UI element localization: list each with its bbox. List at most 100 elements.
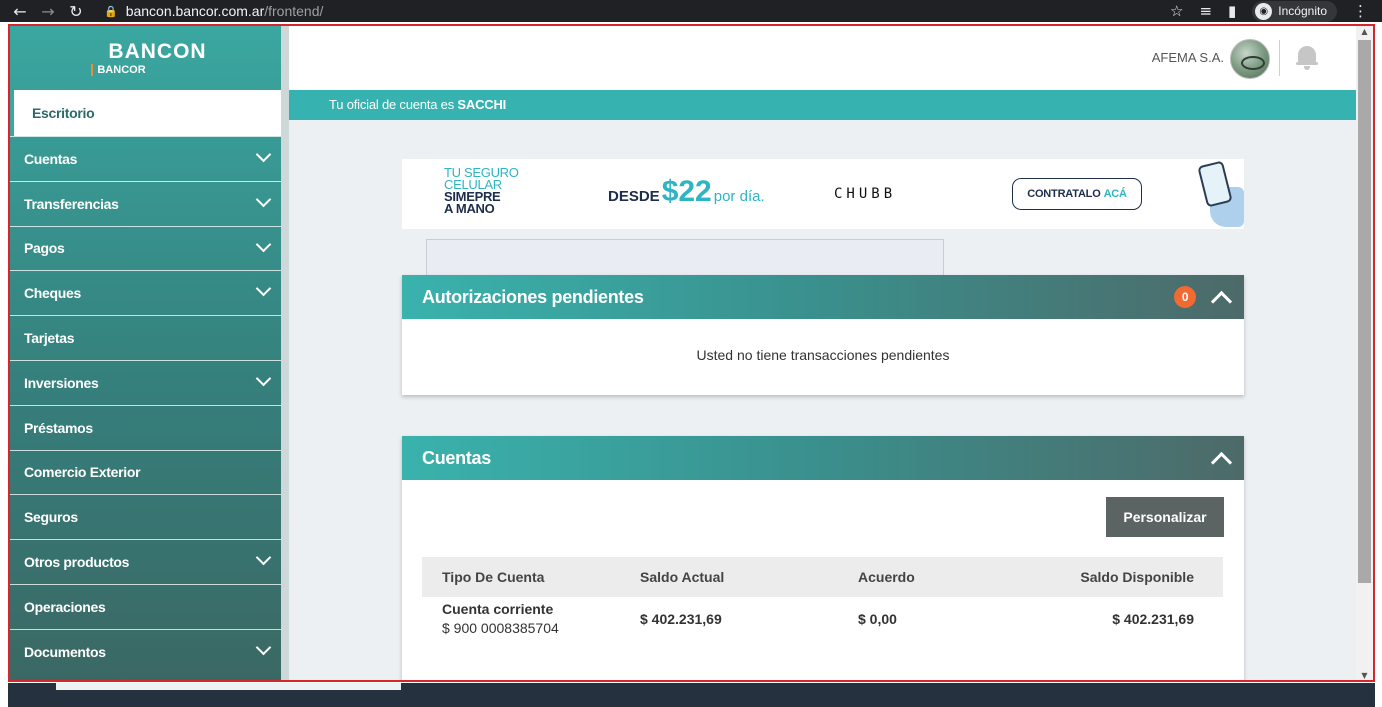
chevron-down-icon[interactable] <box>255 194 271 210</box>
star-icon[interactable]: ☆ <box>1170 2 1183 20</box>
back-icon[interactable]: ← <box>6 2 34 21</box>
more-icon[interactable]: ⋮ <box>1353 2 1368 20</box>
top-header: AFEMA S.A. <box>289 26 1358 90</box>
company-name[interactable]: AFEMA S.A. <box>1152 50 1224 65</box>
chevron-down-icon[interactable] <box>255 552 271 568</box>
banner-amount: $22 <box>661 175 712 208</box>
sidebar-item-label: Pagos <box>24 240 65 257</box>
sidebar-item-seguros[interactable]: Seguros <box>10 494 281 539</box>
avatar[interactable] <box>1230 39 1270 79</box>
sidebar-item-label: Cuentas <box>24 150 78 167</box>
sidebar-item-cheques[interactable]: Cheques <box>10 270 281 315</box>
phone-icon <box>1197 160 1233 208</box>
banner-line4: A MANO <box>444 201 495 216</box>
chevron-down-icon[interactable] <box>255 149 271 165</box>
agreement-amount: $ 0,00 <box>858 611 897 627</box>
chubb-logo: CHUBB <box>834 186 897 202</box>
scroll-down-arrow-icon[interactable]: ▼ <box>1356 670 1373 680</box>
url-host: bancon.bancor.com.ar <box>125 3 265 19</box>
customize-button[interactable]: Personalizar <box>1106 497 1224 537</box>
column-header: Saldo Disponible <box>1080 569 1194 585</box>
incognito-label: Incógnito <box>1278 4 1327 18</box>
brand-logo[interactable]: BANCON BANCOR <box>10 26 281 90</box>
officer-name: SACCHI <box>457 97 507 112</box>
insurance-banner[interactable]: TU SEGURO CELULAR SIMEPRE A MANO DESDE $… <box>402 159 1244 229</box>
sidebar-item-label: Otros productos <box>24 554 130 571</box>
sidebar-item-transferencias[interactable]: Transferencias <box>10 180 281 226</box>
sidebar-item-label: Escritorio <box>32 105 95 121</box>
chevron-up-icon[interactable] <box>1210 450 1232 466</box>
accounts-table-header: Tipo De Cuenta Saldo Actual Acuerdo Sald… <box>422 557 1223 597</box>
forward-icon[interactable]: → <box>34 2 62 21</box>
brand-name: BANCON <box>108 40 207 63</box>
account-type[interactable]: Cuenta corriente <box>442 601 640 617</box>
tab-search-icon[interactable]: ≡ <box>1199 2 1212 20</box>
column-header: Tipo De Cuenta <box>442 569 545 585</box>
address-bar[interactable]: 🔒 bancon.bancor.com.ar/frontend/ <box>104 3 323 19</box>
chevron-up-icon[interactable] <box>1210 289 1232 305</box>
reload-icon[interactable]: ↻ <box>62 2 90 21</box>
authorizations-panel: Autorizaciones pendientes 0 Usted no tie… <box>402 275 1244 395</box>
contratalo-button[interactable]: CONTRATALO ACÁ <box>1012 178 1142 210</box>
sidebar-item-prestamos[interactable]: Préstamos <box>10 404 281 450</box>
banner-desde: DESDE <box>608 188 660 205</box>
column-header: Saldo Actual <box>640 569 725 585</box>
sidebar-item-cuentas[interactable]: Cuentas <box>10 136 281 181</box>
current-balance: $ 402.231,69 <box>640 611 722 627</box>
scroll-up-arrow-icon[interactable]: ▲ <box>1356 26 1373 38</box>
sidebar-item-tarjetas[interactable]: Tarjetas <box>10 315 281 360</box>
authorizations-title: Autorizaciones pendientes <box>422 287 644 307</box>
accounts-header[interactable]: Cuentas <box>402 436 1244 480</box>
incognito-badge[interactable]: ◉ Incógnito <box>1252 0 1337 22</box>
chevron-down-icon[interactable] <box>255 283 271 299</box>
accounts-panel: Cuentas Personalizar Tipo De Cuenta Sald… <box>402 436 1244 680</box>
sidebar-item-label: Operaciones <box>24 598 106 615</box>
lock-icon[interactable]: 🔒 <box>104 5 118 18</box>
sidebar-edge <box>281 26 289 680</box>
banner-tagline: TU SEGURO CELULAR SIMEPRE A MANO <box>444 166 519 216</box>
taskbar-strip <box>8 683 1375 707</box>
bell-icon[interactable] <box>1296 44 1318 70</box>
sidebar-item-label: Cheques <box>24 285 82 302</box>
sidebar-item-documentos[interactable]: Documentos <box>10 628 281 674</box>
authorizations-header[interactable]: Autorizaciones pendientes 0 <box>402 275 1244 319</box>
cta-main: CONTRATALO <box>1027 188 1101 200</box>
pending-count-badge: 0 <box>1174 286 1196 308</box>
sidebar-icon[interactable]: ▮ <box>1228 2 1236 20</box>
chevron-down-icon[interactable] <box>255 642 271 658</box>
sidebar-item-label: Comercio Exterior <box>24 464 141 481</box>
sidebar-item-inversiones[interactable]: Inversiones <box>10 359 281 405</box>
page-viewport: BANCON BANCOR Escritorio Cuentas Transfe… <box>8 24 1375 682</box>
banner-per: por día. <box>713 188 765 205</box>
vertical-scrollbar[interactable]: ▲ ▼ <box>1356 26 1373 680</box>
account-number: $ 900 0008385704 <box>442 620 559 636</box>
nav-buttons: ← → ↻ <box>6 2 90 21</box>
scroll-thumb[interactable] <box>1358 40 1371 583</box>
sidebar-item-otros-productos[interactable]: Otros productos <box>10 539 281 584</box>
sidebar-item-comercio-exterior[interactable]: Comercio Exterior <box>10 449 281 495</box>
sidebar-item-label: Inversiones <box>24 374 99 391</box>
accounts-title: Cuentas <box>422 448 491 468</box>
sidebar-item-escritorio[interactable]: Escritorio <box>10 90 281 136</box>
officer-prefix: Tu oficial de cuenta es <box>329 97 458 112</box>
table-row[interactable]: Cuenta corriente $ 900 0008385704 $ 402.… <box>422 601 1223 636</box>
brand-sub: BANCOR <box>91 64 146 76</box>
taskbar-fill <box>56 683 401 690</box>
sidebar-item-label: Documentos <box>24 643 106 660</box>
account-officer-bar: Tu oficial de cuenta es SACCHI <box>289 90 1358 120</box>
header-divider <box>1279 40 1280 76</box>
sidebar-item-label: Tarjetas <box>24 330 75 347</box>
empty-message: Usted no tiene transacciones pendientes <box>696 347 950 363</box>
incognito-icon: ◉ <box>1255 2 1273 20</box>
sidebar-item-label: Transferencias <box>24 195 119 212</box>
sidebar-item-label: Seguros <box>24 509 78 526</box>
chevron-down-icon[interactable] <box>255 239 271 255</box>
sidebar: BANCON BANCOR Escritorio Cuentas Transfe… <box>10 26 281 680</box>
sidebar-item-pagos[interactable]: Pagos <box>10 225 281 271</box>
sidebar-item-label: Préstamos <box>24 419 93 436</box>
account-type-cell: Cuenta corriente $ 900 0008385704 <box>422 601 640 636</box>
chevron-down-icon[interactable] <box>255 373 271 389</box>
sidebar-item-operaciones[interactable]: Operaciones <box>10 583 281 629</box>
url-path: /frontend/ <box>264 3 324 19</box>
browser-actions: ☆ ≡ ▮ ◉ Incógnito ⋮ <box>1170 0 1368 22</box>
